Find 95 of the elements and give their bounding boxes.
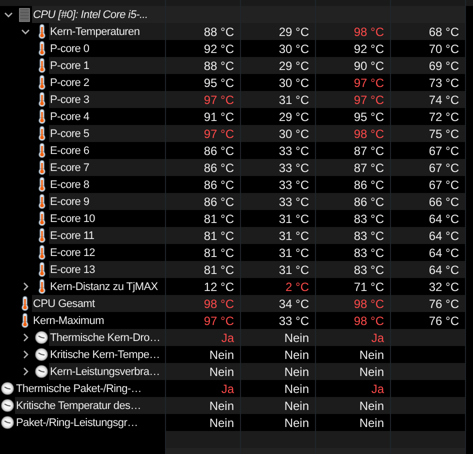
sensor-name[interactable]: P-core 2 [49,74,165,91]
value-cell: 86 °C [166,159,241,176]
sensor-name[interactable]: E-core 13 [49,261,165,278]
value-cell: 31 °C [241,261,316,278]
value-cell: 98 °C [166,295,241,312]
thermometer-icon [38,262,46,277]
value-cell: 76 °C [391,295,466,312]
value-cell: Nein [241,397,316,414]
thermometer-icon [20,296,28,311]
thermometer-icon [38,177,46,192]
sensor-name[interactable]: E-core 8 [49,176,165,193]
value-cell: 64 °C [391,261,466,278]
sensor-name[interactable]: P-core 5 [49,125,165,142]
value-cell: 68 °C [391,23,466,40]
value-cell: 88 °C [166,57,241,74]
value-cell: Nein [166,397,241,414]
sensor-name[interactable]: E-core 9 [49,193,165,210]
sensor-name[interactable]: P-core 0 [49,40,165,57]
thermometer-icon [20,313,28,328]
value-cell: 81 °C [166,261,241,278]
value-cell: Nein [316,397,391,414]
chip-icon [19,8,30,22]
value-cell: 87 °C [316,159,391,176]
sensor-name[interactable]: Kern-Maximum [32,312,165,329]
value-cell: 66 °C [391,193,466,210]
clock-icon [1,416,14,429]
value-cell: Ja [166,329,241,346]
value-cell: 98 °C [316,125,391,142]
value-cell: 29 °C [241,23,316,40]
value-cell: 33 °C [241,193,316,210]
sensor-name[interactable]: E-core 10 [49,210,165,227]
value-cell: 81 °C [166,227,241,244]
thermometer-icon [38,24,46,39]
value-cell: 97 °C [316,91,391,108]
clock-icon [1,382,14,395]
clock-icon [35,348,48,361]
thermometer-icon [38,143,46,158]
thermometer-icon [38,109,46,124]
sensor-name[interactable]: Kern-Distanz zu TjMAX [49,278,165,295]
sensor-name[interactable]: P-core 3 [49,91,165,108]
value-cell: 74 °C [391,91,466,108]
value-cell: 31 °C [241,227,316,244]
value-cell: 29 °C [241,57,316,74]
value-cell: 75 °C [391,125,466,142]
sensor-name[interactable]: Kern-Temperaturen [49,23,165,40]
sensor-name[interactable]: CPU Gesamt [32,295,165,312]
value-cell: Nein [166,363,241,380]
thermometer-icon [38,279,46,294]
thermometer-icon [38,75,46,90]
value-cell: 30 °C [241,125,316,142]
sensor-name[interactable]: E-core 6 [49,142,165,159]
value-cell: 33 °C [241,159,316,176]
value-cell: 98 °C [316,23,391,40]
value-cell: 98 °C [316,295,391,312]
value-cell: Nein [241,329,316,346]
sensor-name[interactable]: Paket-/Ring-Leistungsgr… [15,414,165,431]
thermometer-icon [38,211,46,226]
clock-icon [35,365,48,378]
thermometer-icon [38,160,46,175]
value-cell: Nein [316,363,391,380]
sensor-name[interactable]: Thermische Paket-/Ring-… [15,380,165,397]
value-cell: 97 °C [166,125,241,142]
value-cell: 34 °C [241,295,316,312]
sensor-name[interactable]: Kritische Temperatur des… [15,397,165,414]
sensor-name[interactable]: Kritische Kern-Tempe… [49,346,165,363]
value-cell: 97 °C [166,91,241,108]
clock-icon [35,331,48,344]
value-cell: 31 °C [241,91,316,108]
thermometer-icon [38,245,46,260]
value-cell: 69 °C [391,57,466,74]
sensor-name[interactable]: CPU [#0]: Intel Core i5-... [32,6,165,23]
sensor-name[interactable]: P-core 4 [49,108,165,125]
thermometer-icon [38,228,46,243]
thermometer-icon [38,41,46,56]
value-cell: 83 °C [316,261,391,278]
sensor-name[interactable]: E-core 7 [49,159,165,176]
value-cell: 67 °C [391,159,466,176]
value-cell: Ja [316,329,391,346]
thermometer-icon [38,194,46,209]
sensor-name[interactable]: Kern-Leistungsverbra… [49,363,165,380]
thermometer-icon [38,58,46,73]
thermometer-icon [38,92,46,107]
sensor-name[interactable]: Thermische Kern-Dro… [49,329,165,346]
clock-icon [1,399,14,412]
value-cell: Nein [241,363,316,380]
value-cell: 86 °C [316,193,391,210]
value-cell: 90 °C [316,57,391,74]
value-cell: 86 °C [166,193,241,210]
value-cell: 88 °C [166,23,241,40]
sensor-name[interactable]: E-core 11 [49,227,165,244]
value-cell: 64 °C [391,227,466,244]
value-cell: 83 °C [316,227,391,244]
thermometer-icon [38,126,46,141]
sensor-name[interactable]: E-core 12 [49,244,165,261]
sensor-name[interactable]: P-core 1 [49,57,165,74]
